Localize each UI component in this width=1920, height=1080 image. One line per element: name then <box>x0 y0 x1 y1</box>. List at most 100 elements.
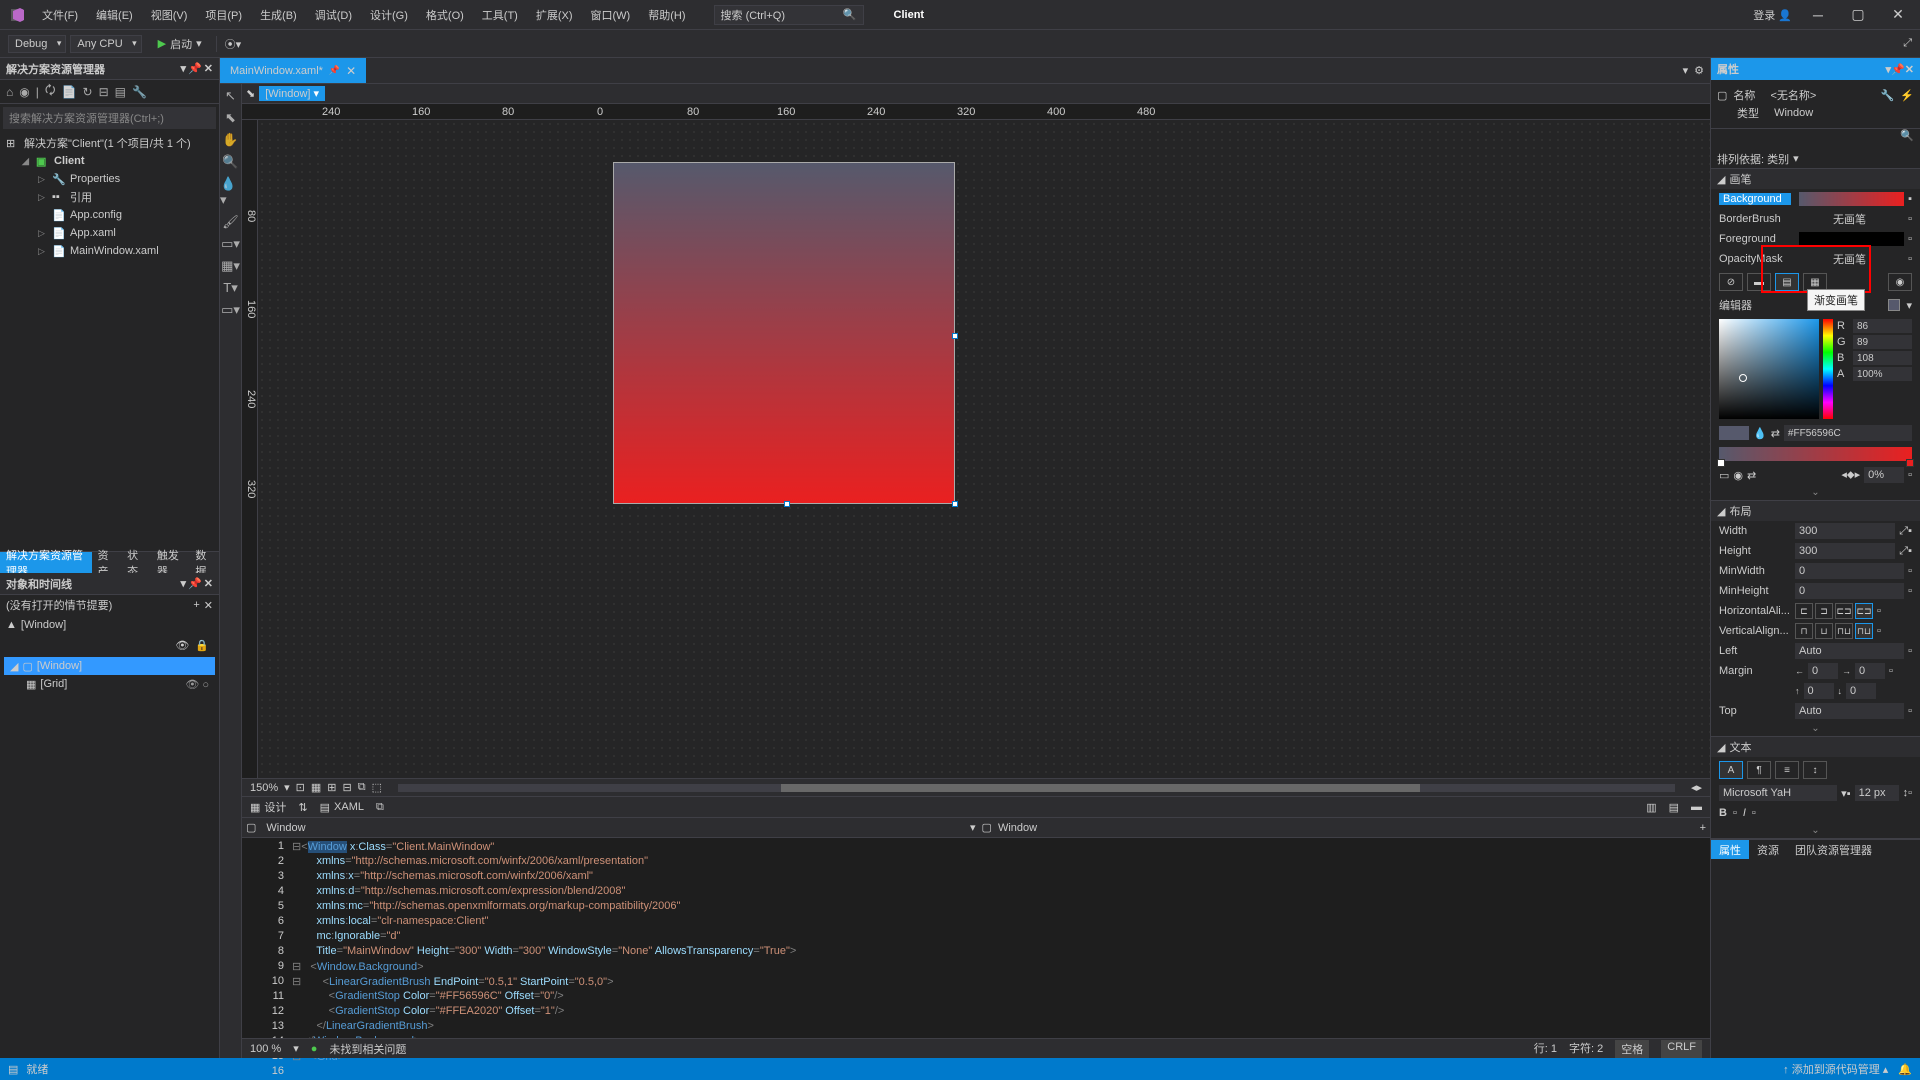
sort-by[interactable]: 排列依据: 类别▾ <box>1711 149 1920 169</box>
a-input[interactable]: 100% <box>1853 367 1912 381</box>
indent-icon[interactable]: ≡ <box>1775 761 1799 779</box>
run-button[interactable]: ▶启动 ▾ <box>146 34 208 54</box>
add-source-control[interactable]: ↑ 添加到源代码管理 ▴ <box>1783 1061 1888 1077</box>
top-input[interactable]: Auto <box>1795 703 1904 719</box>
project-node[interactable]: ◢▣Client <box>0 152 219 170</box>
solid-brush-icon[interactable]: ▬ <box>1747 273 1771 291</box>
reset-icon[interactable]: ⤢▪ <box>1899 525 1912 538</box>
expand-text[interactable]: ⌄ <box>1711 823 1920 838</box>
menu-tools[interactable]: 工具(T) <box>474 3 526 27</box>
tab-data[interactable]: 数据 <box>189 552 219 573</box>
resource-brush-icon[interactable]: ◉ <box>1888 273 1912 291</box>
wrench-icon[interactable]: 🔧 <box>1881 89 1895 102</box>
r-input[interactable]: 86 <box>1853 319 1912 333</box>
swap-icon[interactable]: ⇄ <box>1771 427 1780 440</box>
brush-icon[interactable]: 🖌 <box>222 214 239 230</box>
fontsize-input[interactable]: 12 px <box>1855 785 1899 801</box>
close-icon[interactable]: ✕ <box>204 599 213 612</box>
button-icon[interactable]: ▭▾ <box>221 302 240 318</box>
h-scrollbar[interactable] <box>398 784 1675 792</box>
prop-borderbrush[interactable]: BorderBrush无画笔▫ <box>1711 209 1920 229</box>
eyedropper-icon[interactable]: 💧▾ <box>220 176 241 208</box>
left-input[interactable]: Auto <box>1795 643 1904 659</box>
height-input[interactable]: 300 <box>1795 543 1895 559</box>
font-input[interactable]: Microsoft YaH <box>1719 785 1837 801</box>
hand-icon[interactable]: ✋ <box>222 132 238 148</box>
sv-picker[interactable] <box>1719 319 1819 419</box>
tree-appconfig[interactable]: 📄App.config <box>0 206 219 224</box>
brush-header[interactable]: ◢画笔 <box>1711 169 1920 189</box>
margin-l[interactable]: 0 <box>1808 663 1838 679</box>
direct-select-icon[interactable]: ⬉ <box>225 110 236 126</box>
g-input[interactable]: 89 <box>1853 335 1912 349</box>
tab-states[interactable]: 状态 <box>121 552 151 573</box>
gradient-stop-0[interactable] <box>1717 459 1725 467</box>
event-icon[interactable]: ⚡ <box>1900 89 1914 102</box>
tab-team[interactable]: 团队资源管理器 <box>1787 840 1880 859</box>
close-icon[interactable]: ✕ <box>204 577 213 590</box>
output-icon[interactable]: ▤ <box>8 1063 18 1076</box>
pin-icon[interactable]: 📌 <box>329 65 340 76</box>
sync-icon[interactable]: 🗘 <box>45 81 56 102</box>
marker-icon[interactable]: ▫ <box>1908 253 1912 265</box>
minimize-icon[interactable]: ─ <box>1804 7 1832 23</box>
tri-icon[interactable]: ▲ <box>6 619 17 631</box>
dropdown-icon[interactable]: ▾ <box>1683 64 1689 77</box>
h-align[interactable]: ⊏⊐⊏⊐⊏⊐ <box>1795 603 1873 619</box>
popout-icon[interactable]: ⧉ <box>376 801 384 814</box>
margin-t[interactable]: 0 <box>1804 683 1834 699</box>
width-input[interactable]: 300 <box>1795 523 1895 539</box>
xaml-editor[interactable]: 12345678910111213141516 ⊟<Window x:Class… <box>242 838 1710 1038</box>
tree-references[interactable]: ▷▪▪引用 <box>0 188 219 206</box>
expand-brush[interactable]: ⌄ <box>1711 485 1920 500</box>
grid2-icon[interactable]: ⊞ <box>327 781 336 794</box>
font-tab-icon[interactable]: A <box>1719 761 1743 779</box>
collapse-icon[interactable]: ▬ <box>1691 801 1702 813</box>
gear-icon[interactable]: ⚙ <box>1694 64 1704 77</box>
marker-icon[interactable]: ▫ <box>1908 213 1912 225</box>
marker-icon[interactable]: ▫ <box>1908 233 1912 245</box>
margin-r[interactable]: 0 <box>1855 663 1885 679</box>
arrow-icon[interactable]: ◂▸ <box>1691 781 1702 794</box>
fit-icon[interactable]: ⊡ <box>296 781 305 794</box>
document-tab[interactable]: MainWindow.xaml* 📌 ✕ <box>220 58 366 83</box>
collapse-icon[interactable]: ⊟ <box>99 85 109 99</box>
b-input[interactable]: 108 <box>1853 351 1912 365</box>
menu-debug[interactable]: 调试(D) <box>307 3 360 27</box>
stop-nav-icon[interactable]: ◂⬥▸ <box>1841 468 1860 482</box>
radial-icon[interactable]: ◉ <box>1733 469 1743 482</box>
tab-xaml[interactable]: ▤XAML <box>320 801 364 814</box>
breadcrumb-window[interactable]: [Window] ▾ <box>259 86 325 101</box>
spacing-icon[interactable]: ↕ <box>1803 761 1827 779</box>
config-dropdown[interactable]: Debug <box>8 35 66 53</box>
plus-icon[interactable]: + <box>1696 822 1710 834</box>
back-icon[interactable]: ◉ <box>19 85 29 99</box>
outline-grid[interactable]: ▦[Grid]👁 ○ <box>4 675 215 693</box>
expand-icon[interactable]: ◢ <box>10 660 18 673</box>
pin-icon[interactable]: 📌 <box>188 577 202 590</box>
expand-layout[interactable]: ⌄ <box>1711 721 1920 736</box>
menu-view[interactable]: 视图(V) <box>143 3 196 27</box>
design-canvas[interactable] <box>258 120 1710 778</box>
marker-icon[interactable]: ▪ <box>1908 193 1912 205</box>
menu-design[interactable]: 设计(G) <box>362 3 416 27</box>
tab-properties[interactable]: 属性 <box>1711 840 1749 859</box>
prop-background[interactable]: Background▪ <box>1711 189 1920 209</box>
tree-properties[interactable]: ▷🔧Properties <box>0 170 219 188</box>
eyedropper-icon[interactable]: 💧 <box>1753 427 1767 440</box>
split-v-icon[interactable]: ▤ <box>1669 801 1679 814</box>
close-icon[interactable]: ✕ <box>1884 6 1912 23</box>
minheight-input[interactable]: 0 <box>1795 583 1904 599</box>
hue-slider[interactable] <box>1823 319 1833 419</box>
add-icon[interactable]: + <box>193 599 199 611</box>
menu-help[interactable]: 帮助(H) <box>640 3 693 27</box>
notification-icon[interactable]: 🔔 <box>1898 1063 1912 1076</box>
grid-icon[interactable]: ▦ <box>311 781 321 794</box>
menu-format[interactable]: 格式(O) <box>418 3 472 27</box>
rect-icon[interactable]: ▭▾ <box>221 236 240 252</box>
menu-extensions[interactable]: 扩展(X) <box>528 3 581 27</box>
gradient-stop-1[interactable] <box>1906 459 1914 467</box>
linear-icon[interactable]: ▭ <box>1719 469 1729 482</box>
color-swatch-icon[interactable] <box>1888 299 1900 311</box>
swap-icon[interactable]: ⇅ <box>298 801 307 814</box>
